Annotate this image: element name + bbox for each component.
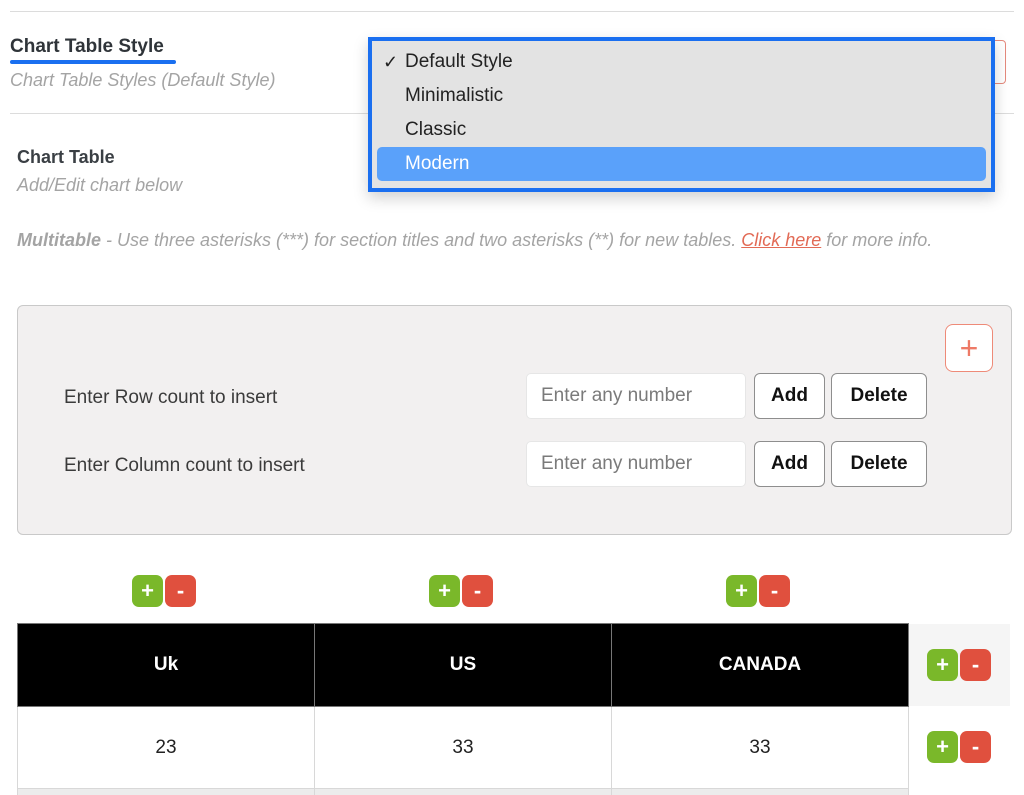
dropdown-option-default-style[interactable]: ✓ Default Style — [377, 45, 986, 79]
multitable-after: for more info. — [821, 230, 933, 250]
header-cell[interactable]: Uk — [17, 623, 315, 707]
table-cell[interactable] — [17, 788, 315, 795]
remove-row-icon[interactable]: - — [960, 649, 991, 681]
chart-table-title: Chart Table — [17, 147, 115, 167]
header-cell[interactable]: CANADA — [611, 623, 909, 707]
plus-icon: + — [959, 330, 979, 366]
add-row-icon[interactable]: + — [927, 649, 958, 681]
remove-column-icon[interactable]: - — [462, 575, 493, 607]
remove-column-icon[interactable]: - — [759, 575, 790, 607]
delete-column-button[interactable]: Delete — [831, 441, 927, 487]
table-cell[interactable]: 23 — [17, 706, 315, 789]
remove-row-icon[interactable]: - — [960, 731, 991, 763]
row-controls: + - — [927, 731, 991, 763]
row-count-input[interactable] — [526, 373, 746, 419]
add-row-button[interactable]: Add — [754, 373, 825, 419]
table-cell[interactable] — [611, 788, 909, 795]
row-count-label: Enter Row count to insert — [64, 387, 278, 408]
click-here-link[interactable]: Click here — [741, 230, 821, 250]
table-row — [17, 788, 909, 795]
remove-column-icon[interactable]: - — [165, 575, 196, 607]
option-label: Minimalistic — [405, 85, 504, 106]
column-controls: + - — [726, 575, 790, 607]
column-count-input[interactable] — [526, 441, 746, 487]
add-table-button[interactable]: + — [945, 324, 993, 372]
header-cell[interactable]: US — [314, 623, 612, 707]
dropdown-option-classic[interactable]: Classic — [377, 113, 986, 147]
option-label: Default Style — [405, 51, 513, 72]
table-cell[interactable]: 33 — [611, 706, 909, 789]
row-controls: + - — [927, 649, 991, 681]
checkmark-icon: ✓ — [383, 51, 399, 72]
add-column-button[interactable]: Add — [754, 441, 825, 487]
column-controls: + - — [132, 575, 196, 607]
title-underline — [10, 60, 176, 64]
option-label: Classic — [405, 119, 467, 140]
chart-table-style-title: Chart Table Style — [10, 36, 164, 57]
dropdown-option-modern[interactable]: Modern — [377, 147, 986, 181]
multitable-label: Multitable — [17, 230, 101, 250]
top-divider — [10, 11, 1014, 12]
dropdown-option-minimalistic[interactable]: Minimalistic — [377, 79, 986, 113]
add-column-icon[interactable]: + — [132, 575, 163, 607]
style-dropdown-menu: ✓ Default Style Minimalistic Classic Mod… — [368, 37, 995, 192]
column-count-label: Enter Column count to insert — [64, 455, 305, 476]
chart-table-style-subtitle: Chart Table Styles (Default Style) — [10, 70, 276, 90]
column-controls: + - — [429, 575, 493, 607]
add-row-icon[interactable]: + — [927, 731, 958, 763]
option-label: Modern — [405, 153, 470, 174]
add-column-icon[interactable]: + — [726, 575, 757, 607]
delete-row-button[interactable]: Delete — [831, 373, 927, 419]
multitable-text: - Use three asterisks (***) for section … — [101, 230, 742, 250]
table-cell[interactable] — [314, 788, 612, 795]
chart-table: Uk US CANADA 23 33 33 — [17, 623, 909, 795]
table-row: 23 33 33 — [17, 706, 909, 789]
add-column-icon[interactable]: + — [429, 575, 460, 607]
multitable-help: Multitable - Use three asterisks (***) f… — [17, 226, 1007, 255]
insert-panel: + Enter Row count to insert Add Delete E… — [17, 305, 1012, 535]
table-cell[interactable]: 33 — [314, 706, 612, 789]
chart-table-subtitle: Add/Edit chart below — [17, 175, 183, 195]
table-header-row: Uk US CANADA — [17, 623, 909, 707]
